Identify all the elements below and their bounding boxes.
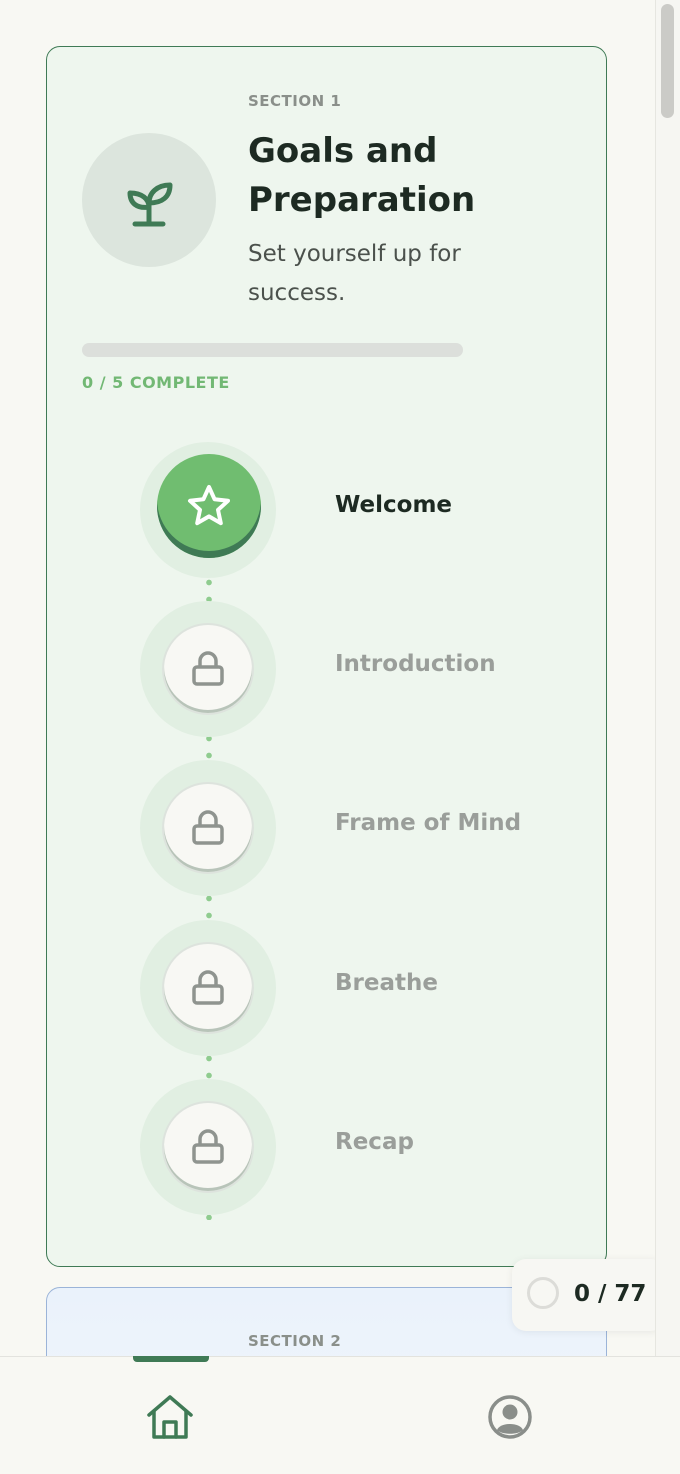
lesson-label: Breathe [335, 970, 438, 996]
lesson-label: Introduction [335, 651, 496, 677]
lesson-item-recap[interactable]: Recap [47, 1079, 608, 1215]
sprout-icon [127, 182, 173, 227]
section-icon-badge [82, 133, 216, 267]
progress-ring-icon [527, 1277, 559, 1309]
scrollbar-thumb[interactable] [661, 4, 674, 118]
lesson-label: Welcome [335, 492, 453, 518]
lesson-label: Frame of Mind [335, 810, 522, 836]
section-card-1: SECTION 1 Goals and Preparation Set your… [46, 46, 607, 1267]
nav-active-indicator [133, 1356, 209, 1362]
star-icon [188, 485, 230, 526]
lesson-item-breathe[interactable]: Breathe [47, 920, 608, 1056]
lock-icon [192, 651, 224, 686]
lesson-node-welcome[interactable] [157, 454, 261, 558]
nav-profile-button[interactable] [480, 1387, 540, 1447]
section-title: Goals and Preparation [248, 131, 476, 220]
overall-progress-counter[interactable]: 0 / 77 [512, 1259, 665, 1331]
lesson-item-introduction[interactable]: Introduction [47, 601, 608, 737]
lesson-node-breathe[interactable] [164, 944, 252, 1032]
app-viewport: SECTION 1 Goals and Preparation Set your… [0, 0, 680, 1474]
lesson-node-recap[interactable] [164, 1103, 252, 1191]
lesson-label: Recap [335, 1129, 414, 1155]
lock-icon [192, 810, 224, 845]
scrollbar-track[interactable] [655, 0, 680, 1356]
section-eyebrow: SECTION 2 [248, 1332, 342, 1350]
lesson-item-frame-of-mind[interactable]: Frame of Mind [47, 760, 608, 896]
section-progress-bar [82, 343, 463, 357]
section-subtitle: Set yourself up for success. [248, 241, 461, 306]
overall-progress-text: 0 / 77 [574, 1281, 647, 1307]
lesson-item-welcome[interactable]: Welcome [47, 442, 608, 578]
nav-home-button[interactable] [140, 1387, 200, 1447]
profile-icon [488, 1395, 532, 1439]
home-icon [147, 1395, 193, 1439]
section-eyebrow: SECTION 1 [248, 92, 342, 110]
lesson-node-introduction[interactable] [164, 625, 252, 713]
lock-icon [192, 970, 224, 1005]
bottom-nav [0, 1356, 680, 1474]
section-progress-label: 0 / 5 COMPLETE [82, 373, 230, 392]
lesson-node-frame-of-mind[interactable] [164, 784, 252, 872]
lock-icon [192, 1129, 224, 1164]
